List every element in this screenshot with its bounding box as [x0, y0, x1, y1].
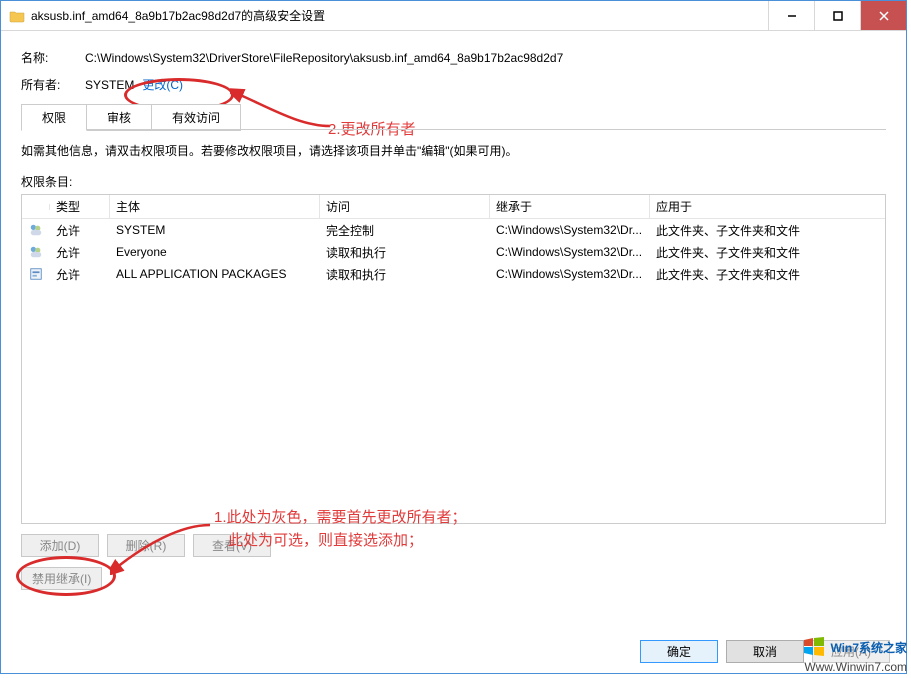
view-button: 查看(V) [193, 534, 271, 557]
titlebar[interactable]: aksusb.inf_amd64_8a9b17b2ac98d2d7的高级安全设置 [1, 1, 906, 31]
owner-label: 所有者: [21, 76, 85, 93]
column-type[interactable]: 类型 [50, 195, 110, 218]
table-row[interactable]: 允许 Everyone 读取和执行 C:\Windows\System32\Dr… [22, 241, 885, 263]
change-owner-link[interactable]: 更改(C) [142, 76, 183, 93]
users-icon [22, 221, 50, 239]
column-header-row: 类型 主体 访问 继承于 应用于 [22, 195, 885, 219]
column-apply[interactable]: 应用于 [650, 195, 885, 218]
app-package-icon [22, 265, 50, 283]
users-icon [22, 243, 50, 261]
owner-value: SYSTEM [85, 78, 134, 92]
owner-row: 所有者: SYSTEM 更改(C) [21, 76, 886, 93]
dialog-advanced-security: aksusb.inf_amd64_8a9b17b2ac98d2d7的高级安全设置… [0, 0, 907, 674]
tab-effective-access[interactable]: 有效访问 [151, 104, 241, 131]
column-inherit[interactable]: 继承于 [490, 195, 650, 218]
remove-button: 删除(R) [107, 534, 185, 557]
entries-label: 权限条目: [21, 173, 886, 190]
name-label: 名称: [21, 49, 85, 66]
add-button[interactable]: 添加(D) [21, 534, 99, 557]
apply-button: 应用(A) [812, 640, 890, 663]
tab-audit[interactable]: 审核 [86, 104, 152, 131]
name-value: C:\Windows\System32\DriverStore\FileRepo… [85, 51, 563, 65]
column-principal[interactable]: 主体 [110, 195, 320, 218]
ok-button[interactable]: 确定 [640, 640, 718, 663]
table-row[interactable]: 允许 ALL APPLICATION PACKAGES 读取和执行 C:\Win… [22, 263, 885, 285]
minimize-button[interactable] [768, 1, 814, 30]
window-title: aksusb.inf_amd64_8a9b17b2ac98d2d7的高级安全设置 [31, 7, 768, 24]
tab-bar: 权限 审核 有效访问 [21, 103, 886, 130]
permission-entries-list[interactable]: 类型 主体 访问 继承于 应用于 允许 SYSTEM 完全控制 C:\Windo… [21, 194, 886, 524]
column-access[interactable]: 访问 [320, 195, 490, 218]
disable-inheritance-button: 禁用继承(I) [21, 567, 102, 590]
name-row: 名称: C:\Windows\System32\DriverStore\File… [21, 49, 886, 66]
close-button[interactable] [860, 1, 906, 30]
tab-permissions[interactable]: 权限 [21, 104, 87, 131]
maximize-button[interactable] [814, 1, 860, 30]
folder-icon [9, 8, 25, 24]
cancel-button[interactable]: 取消 [726, 640, 804, 663]
table-row[interactable]: 允许 SYSTEM 完全控制 C:\Windows\System32\Dr...… [22, 219, 885, 241]
instructions-text: 如需其他信息，请双击权限项目。若要修改权限项目，请选择该项目并单击"编辑"(如果… [21, 142, 886, 159]
